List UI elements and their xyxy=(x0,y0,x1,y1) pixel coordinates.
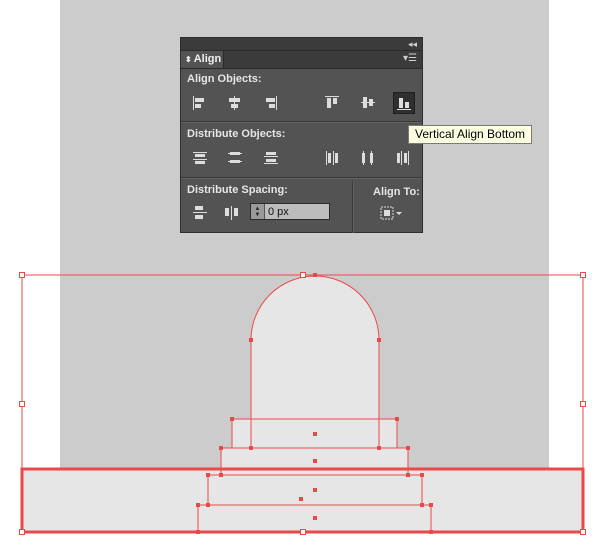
horizontal-align-left-icon xyxy=(193,96,204,110)
vertical-distribute-top-icon xyxy=(193,152,207,164)
tab-expand-icon[interactable]: ⬍ xyxy=(185,55,192,64)
vertical-align-center-button[interactable] xyxy=(358,93,378,113)
horizontal-align-center-icon xyxy=(229,96,240,110)
vertical-align-top-button[interactable] xyxy=(322,93,342,113)
section-label-align-objects: Align Objects: xyxy=(187,73,262,85)
vertical-align-center-icon xyxy=(361,97,375,108)
stepper-down-icon[interactable]: ▼ xyxy=(255,212,261,218)
spacing-stepper[interactable]: ▲ ▼ xyxy=(251,204,265,219)
vertical-distribute-center-button[interactable] xyxy=(225,148,245,168)
panel-tab-bar: ⬍ Align ▾☰ xyxy=(181,51,422,69)
handle-top-center xyxy=(300,272,306,278)
section-label-align-to: Align To: xyxy=(373,186,420,198)
horizontal-distribute-right-button[interactable] xyxy=(393,148,413,168)
section-label-distribute-spacing: Distribute Spacing: xyxy=(187,184,288,196)
horizontal-distribute-center-icon xyxy=(362,151,373,165)
tooltip-vertical-align-bottom: Vertical Align Bottom xyxy=(408,125,533,144)
handle-top-left xyxy=(19,272,25,278)
handle-bottom-center xyxy=(300,529,306,535)
horizontal-align-right-icon xyxy=(266,96,277,110)
horizontal-align-right-button[interactable] xyxy=(261,93,281,113)
spacing-value[interactable]: 0 px xyxy=(265,206,289,218)
vertical-distribute-center-icon xyxy=(228,152,242,163)
align-to-dropdown[interactable] xyxy=(378,203,406,223)
vertical-distribute-space-icon xyxy=(193,206,207,219)
horizontal-distribute-left-icon xyxy=(326,151,338,165)
handle-middle-left xyxy=(19,401,25,407)
section-label-distribute-objects: Distribute Objects: xyxy=(187,128,286,140)
tab-align-label: Align xyxy=(193,53,222,65)
vertical-align-bottom-icon xyxy=(397,98,411,110)
vertical-distribute-bottom-button[interactable] xyxy=(261,148,281,168)
handle-bottom-right xyxy=(580,529,586,535)
vertical-distribute-bottom-icon xyxy=(264,152,278,164)
arch-shape xyxy=(251,276,379,448)
horizontal-distribute-space-button[interactable] xyxy=(222,203,242,223)
panel-menu-icon[interactable]: ▾☰ xyxy=(403,54,417,64)
horizontal-distribute-center-button[interactable] xyxy=(358,148,378,168)
handle-middle-right xyxy=(580,401,586,407)
panel-title-bar[interactable]: ◂◂ xyxy=(181,38,422,51)
distribute-spacing-field[interactable]: ▲ ▼ 0 px xyxy=(250,203,330,220)
vertical-distribute-top-button[interactable] xyxy=(190,148,210,168)
vertical-align-bottom-button[interactable] xyxy=(393,92,415,114)
handle-top-right xyxy=(580,272,586,278)
horizontal-distribute-right-icon xyxy=(397,151,409,165)
horizontal-distribute-space-icon xyxy=(225,206,238,220)
horizontal-distribute-left-button[interactable] xyxy=(322,148,342,168)
horizontal-align-left-button[interactable] xyxy=(190,93,210,113)
collapse-panel-icon[interactable]: ◂◂ xyxy=(408,38,417,50)
panel-vertical-separator xyxy=(352,181,354,233)
handle-bottom-left xyxy=(19,529,25,535)
tab-align[interactable]: ⬍ Align xyxy=(181,51,224,68)
vertical-align-top-icon xyxy=(325,96,339,108)
align-to-selection-icon xyxy=(380,206,402,220)
horizontal-align-center-button[interactable] xyxy=(225,93,245,113)
panel-divider-2 xyxy=(181,177,422,179)
panel-divider-1 xyxy=(181,121,422,123)
vertical-distribute-space-button[interactable] xyxy=(190,203,210,223)
